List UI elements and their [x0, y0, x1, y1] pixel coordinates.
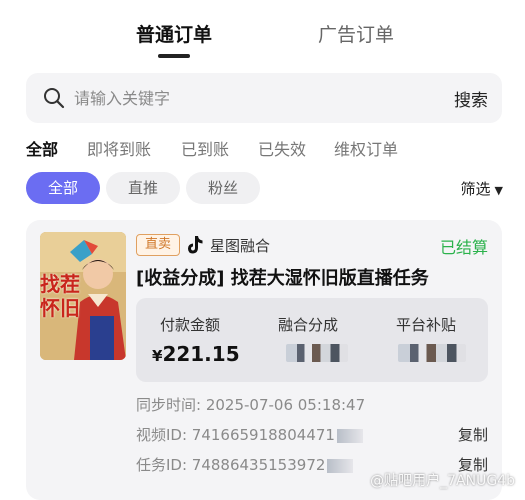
task-id-redacted [327, 458, 354, 473]
order-card[interactable]: 找茬 怀旧 直卖 星图融合 已结算 [收益分成] 找茬大湿怀旧版直播任务 付款金… [26, 220, 502, 500]
chip-fans[interactable]: 粉丝 [186, 172, 260, 204]
task-id: 任务ID: 74886435153972 [136, 456, 326, 474]
chip-all[interactable]: 全部 [26, 172, 100, 204]
video-id-row: 视频ID: 741665918804471 [136, 424, 363, 445]
tab-status-pending[interactable]: 即将到账 [87, 136, 151, 160]
active-tab-indicator [158, 54, 190, 58]
sale-type-tag: 直卖 [136, 234, 181, 256]
order-source: 星图融合 [210, 237, 271, 255]
watermark: @贴吧用户_7ANUG4b [370, 473, 515, 489]
search-bar: 搜索 [26, 73, 502, 123]
subsidy-value-redacted [398, 344, 466, 362]
payment-amount-label: 付款金额 [160, 316, 221, 334]
orders-page: 普通订单 广告订单 搜索 全部 即将到账 已到账 已失效 维权订单 全部 直推 … [0, 0, 525, 500]
subsidy-label: 平台补贴 [396, 316, 457, 334]
split-value-redacted [286, 344, 348, 362]
sync-time: 同步时间: 2025-07-06 05:18:47 [136, 396, 366, 414]
tab-ad-orders[interactable]: 广告订单 [318, 20, 394, 47]
payment-amount-number: 221.15 [162, 342, 240, 366]
filter-label: 筛选 [460, 180, 491, 198]
task-id-row: 任务ID: 74886435153972 [136, 454, 354, 475]
search-input[interactable] [74, 86, 434, 110]
tab-status-all[interactable]: 全部 [26, 136, 58, 160]
settlement-status: 已结算 [439, 238, 488, 257]
search-button[interactable]: 搜索 [454, 86, 488, 111]
order-stats: 付款金额 ¥221.15 融合分成 平台补贴 [136, 298, 488, 382]
currency-symbol: ¥ [152, 347, 163, 365]
split-label: 融合分成 [278, 316, 339, 334]
payment-amount-value: ¥221.15 [152, 342, 240, 366]
douyin-icon [188, 236, 203, 254]
tab-normal-orders[interactable]: 普通订单 [136, 20, 212, 47]
tab-status-received[interactable]: 已到账 [181, 136, 229, 160]
order-title: [收益分成] 找茬大湿怀旧版直播任务 [136, 268, 429, 289]
tab-status-dispute[interactable]: 维权订单 [334, 136, 398, 160]
video-id: 视频ID: 741665918804471 [136, 426, 335, 444]
caret-down-icon: ▼ [494, 184, 503, 197]
order-type-tabs: 普通订单 广告订单 [0, 16, 525, 60]
tab-status-expired[interactable]: 已失效 [258, 136, 306, 160]
chip-direct[interactable]: 直推 [106, 172, 180, 204]
copy-video-id-button[interactable]: 复制 [458, 424, 488, 445]
filter-button[interactable]: 筛选 ▼ [461, 178, 503, 199]
thumbnail-text: 找茬 怀旧 [40, 272, 80, 320]
search-icon [44, 88, 65, 109]
order-thumbnail: 找茬 怀旧 [40, 232, 126, 360]
video-id-redacted [336, 428, 363, 443]
